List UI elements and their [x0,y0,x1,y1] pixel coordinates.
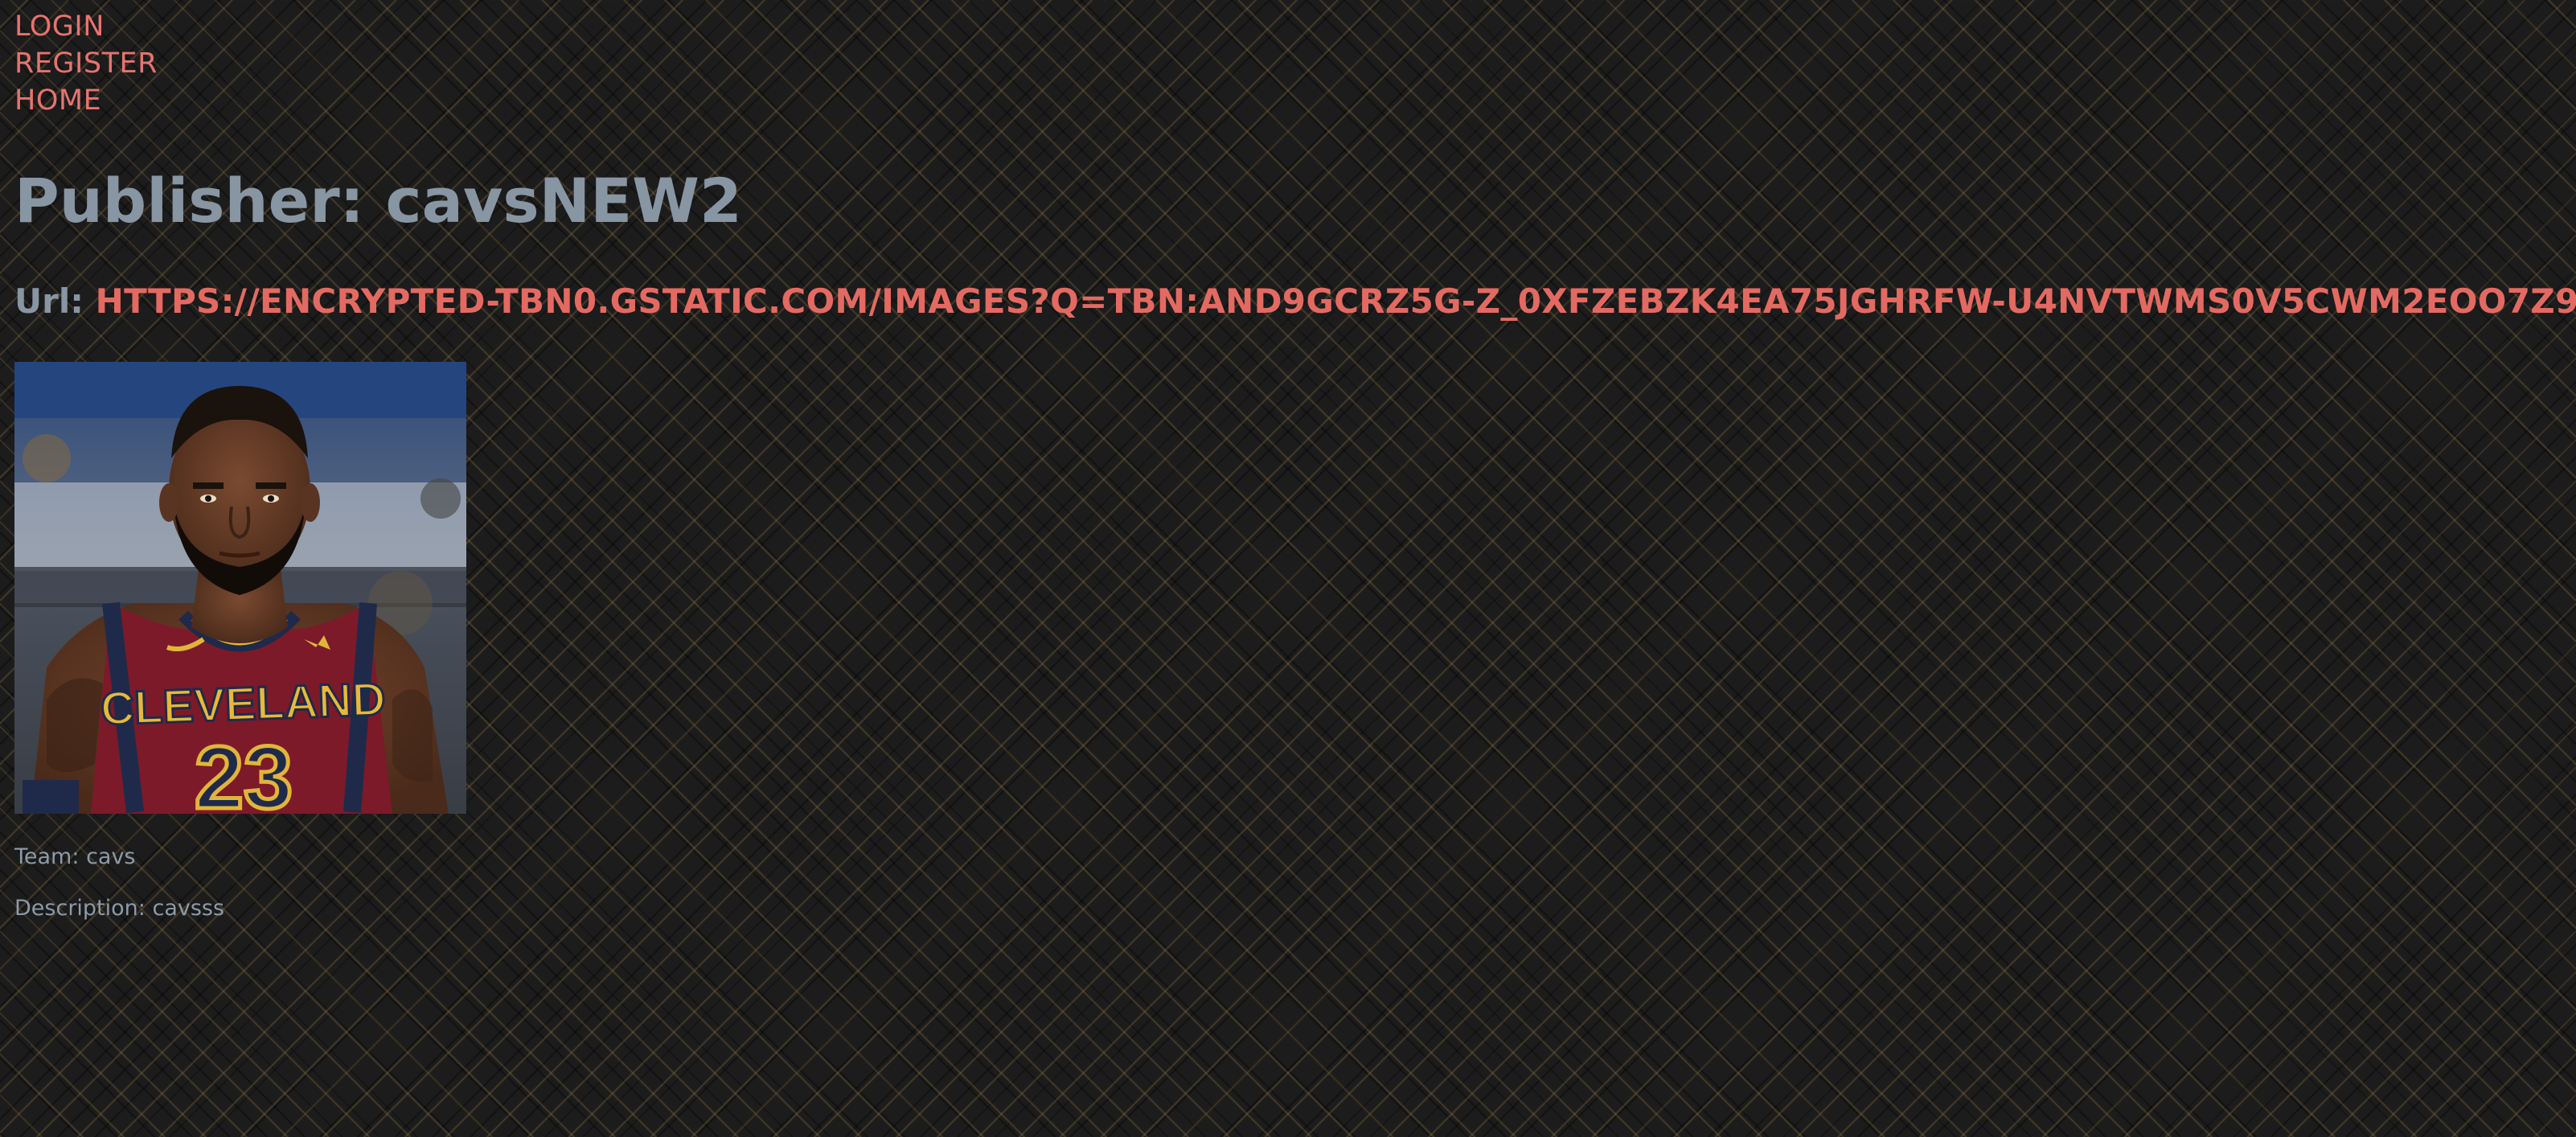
team-label: Team: [14,844,80,869]
player-image: CLEVELAND 23 [14,362,466,814]
description-row: Description: cavsss [14,894,224,923]
url-label: Url: [14,281,84,321]
team-row: Team: cavs [14,843,136,872]
login-link[interactable]: LOGIN [14,8,158,45]
team-value: cavs [86,844,136,869]
description-label: Description: [14,896,146,921]
page-title: Publisher: cavsNEW2 [14,161,742,241]
register-link[interactable]: REGISTER [14,45,158,82]
top-nav: LOGIN REGISTER HOME [14,8,158,119]
jersey-text: CLEVELAND [100,673,387,735]
description-value: cavsss [152,896,225,921]
publisher-name: cavsNEW2 [385,165,742,236]
url-row: Url: HTTPS://ENCRYPTED-TBN0.GSTATIC.COM/… [14,277,2576,326]
player-photo: CLEVELAND 23 [14,362,466,814]
publisher-label: Publisher: [14,165,365,236]
url-link[interactable]: HTTPS://ENCRYPTED-TBN0.GSTATIC.COM/IMAGE… [96,281,2576,321]
home-link[interactable]: HOME [14,82,158,119]
jersey-number: 23 [195,729,293,814]
